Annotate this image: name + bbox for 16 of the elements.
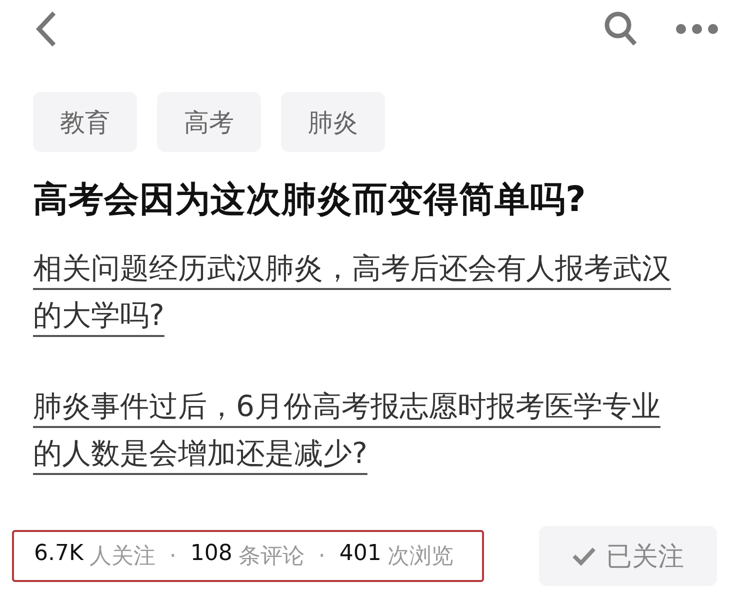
checkmark-icon bbox=[572, 546, 596, 566]
topic-tag[interactable]: 高考 bbox=[157, 92, 261, 152]
related-question-link[interactable]: 相关问题经历武汉肺炎，高考后还会有人报考武汉的大学吗? bbox=[33, 245, 678, 339]
more-icon[interactable] bbox=[675, 23, 719, 35]
separator-dot: · bbox=[169, 544, 176, 568]
follow-button[interactable]: 已关注 bbox=[539, 526, 717, 586]
stat-text: 401 次浏览 bbox=[339, 541, 454, 571]
stat-text: 108 条评论 bbox=[190, 541, 304, 571]
question-title: 高考会因为这次肺炎而变得简单吗? bbox=[33, 179, 588, 222]
related-question-link[interactable]: 肺炎事件过后，6月份高考报志愿时报考医学专业的人数是会增加还是减少? bbox=[33, 383, 678, 477]
back-icon[interactable] bbox=[35, 10, 57, 48]
topic-tag[interactable]: 肺炎 bbox=[281, 92, 385, 152]
stat-text: 6.7K 人关注 bbox=[34, 541, 156, 571]
separator-dot: · bbox=[318, 544, 326, 568]
topic-tag[interactable]: 教育 bbox=[33, 92, 137, 152]
search-icon[interactable] bbox=[603, 10, 639, 48]
